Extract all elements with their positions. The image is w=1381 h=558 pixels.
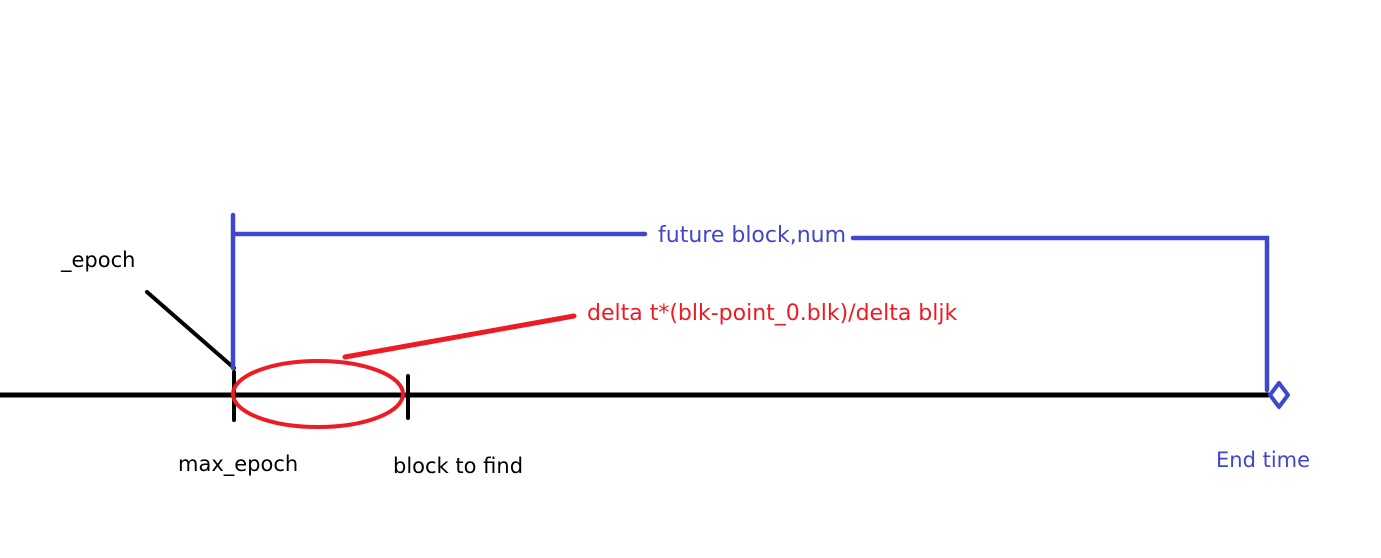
end-time-label: End time [1216, 448, 1311, 472]
epoch-pointer [145, 290, 236, 370]
formula-label: delta t*(blk-point_0.blk)/delta bljk [587, 301, 958, 326]
formula-pointer [342, 313, 577, 360]
end-time-marker [1268, 381, 1290, 409]
epoch-label: _epoch [61, 248, 136, 272]
future-block-num-label: future block,num [658, 223, 847, 248]
block-to-find-label: block to find [393, 454, 524, 478]
max-epoch-label: max_epoch [178, 452, 299, 476]
